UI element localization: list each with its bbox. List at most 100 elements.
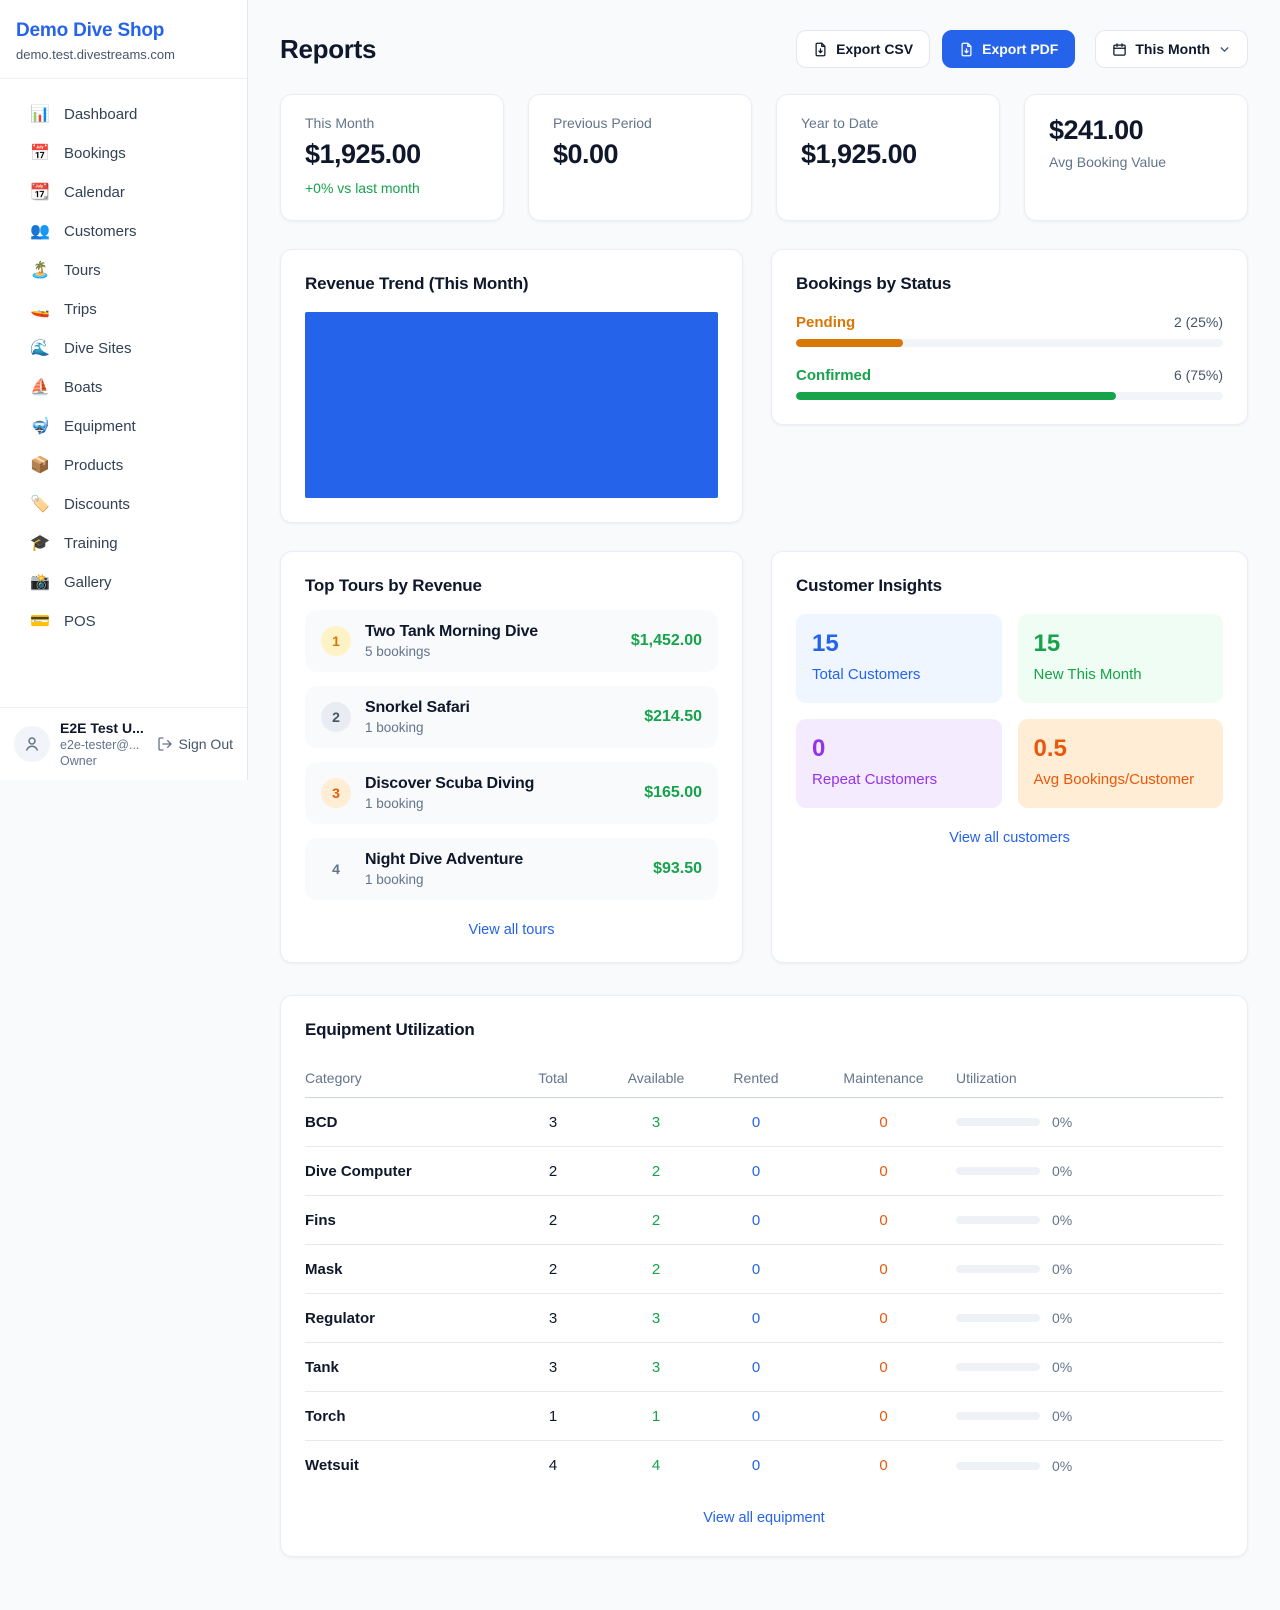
confirmed-progress-fill bbox=[796, 392, 1116, 400]
tour-row: 1 Two Tank Morning Dive 5 bookings $1,45… bbox=[305, 610, 718, 672]
sidebar-item-tours[interactable]: 🏝️ Tours bbox=[0, 251, 247, 290]
stat-delta: +0% vs last month bbox=[305, 180, 479, 196]
view-all-equipment-link[interactable]: View all equipment bbox=[305, 1510, 1223, 1526]
view-all-tours-link[interactable]: View all tours bbox=[305, 922, 718, 938]
sidebar-item-pos[interactable]: 💳 POS bbox=[0, 602, 247, 641]
stat-previous-period: Previous Period $0.00 bbox=[528, 94, 752, 221]
table-row: Regulator 3 3 0 0 0% bbox=[305, 1294, 1223, 1343]
user-email: e2e-tester@... bbox=[60, 738, 144, 752]
tag-icon: 🏷️ bbox=[30, 497, 50, 513]
utilization-bar bbox=[956, 1265, 1040, 1273]
table-row: Dive Computer 2 2 0 0 0% bbox=[305, 1147, 1223, 1196]
speedboat-icon: 🚤 bbox=[30, 302, 50, 318]
table-row: Wetsuit 4 4 0 0 0% bbox=[305, 1441, 1223, 1490]
insight-new-this-month: 15 New This Month bbox=[1018, 614, 1223, 703]
user-name: E2E Test U... bbox=[60, 720, 144, 736]
utilization-bar bbox=[956, 1167, 1040, 1175]
sidebar-item-customers[interactable]: 👥 Customers bbox=[0, 212, 247, 251]
utilization-bar bbox=[956, 1216, 1040, 1224]
table-row: Tank 3 3 0 0 0% bbox=[305, 1343, 1223, 1392]
status-confirmed: Confirmed 6 (75%) bbox=[796, 367, 1223, 400]
sidebar-item-equipment[interactable]: 🤿 Equipment bbox=[0, 407, 247, 446]
tour-row: 4 Night Dive Adventure 1 booking $93.50 bbox=[305, 838, 718, 900]
view-all-customers-link[interactable]: View all customers bbox=[796, 830, 1223, 846]
brand: Demo Dive Shop demo.test.divestreams.com bbox=[0, 0, 247, 79]
revenue-trend-card: Revenue Trend (This Month) bbox=[280, 249, 743, 523]
export-csv-button[interactable]: Export CSV bbox=[796, 30, 930, 68]
status-pending: Pending 2 (25%) bbox=[796, 314, 1223, 347]
graduation-cap-icon: 🎓 bbox=[30, 536, 50, 552]
confirmed-progress-track bbox=[796, 392, 1223, 400]
revenue-trend-title: Revenue Trend (This Month) bbox=[305, 274, 718, 294]
main-content: Reports Export CSV Export PDF This Month… bbox=[248, 0, 1280, 1591]
stat-this-month: This Month $1,925.00 +0% vs last month bbox=[280, 94, 504, 221]
island-icon: 🏝️ bbox=[30, 263, 50, 279]
table-row: Mask 2 2 0 0 0% bbox=[305, 1245, 1223, 1294]
insight-grid: 15 Total Customers 15 New This Month 0 R… bbox=[796, 614, 1223, 808]
sidebar-item-boats[interactable]: ⛵ Boats bbox=[0, 368, 247, 407]
stat-year-to-date: Year to Date $1,925.00 bbox=[776, 94, 1000, 221]
equipment-table: Category Total Available Rented Maintena… bbox=[305, 1058, 1223, 1490]
tour-row: 2 Snorkel Safari 1 booking $214.50 bbox=[305, 686, 718, 748]
bookings-status-card: Bookings by Status Pending 2 (25%) Confi… bbox=[771, 249, 1248, 425]
avatar bbox=[14, 726, 50, 762]
rank-badge: 3 bbox=[321, 778, 351, 808]
period-dropdown[interactable]: This Month bbox=[1095, 30, 1248, 68]
insight-total-customers: 15 Total Customers bbox=[796, 614, 1001, 703]
sidebar-item-bookings[interactable]: 📅 Bookings bbox=[0, 134, 247, 173]
utilization-bar bbox=[956, 1314, 1040, 1322]
user-info: E2E Test U... e2e-tester@... Owner bbox=[60, 720, 144, 768]
rank-badge: 2 bbox=[321, 702, 351, 732]
table-row: BCD 3 3 0 0 0% bbox=[305, 1098, 1223, 1147]
customer-insights-card: Customer Insights 15 Total Customers 15 … bbox=[771, 551, 1248, 963]
shop-name: Demo Dive Shop bbox=[16, 20, 223, 42]
sidebar-item-training[interactable]: 🎓 Training bbox=[0, 524, 247, 563]
pending-progress-fill bbox=[796, 339, 903, 347]
table-row: Torch 1 1 0 0 0% bbox=[305, 1392, 1223, 1441]
utilization-bar bbox=[956, 1462, 1040, 1470]
page-title: Reports bbox=[280, 34, 376, 65]
export-pdf-button[interactable]: Export PDF bbox=[942, 30, 1075, 68]
page-header: Reports Export CSV Export PDF This Month bbox=[280, 30, 1248, 68]
stat-value: $0.00 bbox=[553, 139, 727, 170]
calendar-icon: 📆 bbox=[30, 185, 50, 201]
utilization-bar bbox=[956, 1118, 1040, 1126]
utilization-bar bbox=[956, 1412, 1040, 1420]
tour-row: 3 Discover Scuba Diving 1 booking $165.0… bbox=[305, 762, 718, 824]
logout-icon bbox=[157, 736, 173, 752]
sidebar-item-discounts[interactable]: 🏷️ Discounts bbox=[0, 485, 247, 524]
stat-value: $241.00 bbox=[1049, 115, 1223, 146]
sign-out-button[interactable]: Sign Out bbox=[157, 736, 233, 752]
header-actions: Export CSV Export PDF This Month bbox=[796, 30, 1248, 68]
equipment-utilization-card: Equipment Utilization Category Total Ava… bbox=[280, 995, 1248, 1557]
sidebar-item-gallery[interactable]: 📸 Gallery bbox=[0, 563, 247, 602]
sidebar-item-dashboard[interactable]: 📊 Dashboard bbox=[0, 95, 247, 134]
stat-value: $1,925.00 bbox=[305, 139, 479, 170]
sidebar-item-trips[interactable]: 🚤 Trips bbox=[0, 290, 247, 329]
user-footer: E2E Test U... e2e-tester@... Owner Sign … bbox=[0, 707, 247, 780]
package-icon: 📦 bbox=[30, 458, 50, 474]
chevron-down-icon bbox=[1218, 43, 1231, 56]
sidebar-item-products[interactable]: 📦 Products bbox=[0, 446, 247, 485]
shop-domain: demo.test.divestreams.com bbox=[16, 47, 223, 62]
sailboat-icon: ⛵ bbox=[30, 380, 50, 396]
bookings-calendar-icon: 📅 bbox=[30, 146, 50, 162]
sidebar-item-calendar[interactable]: 📆 Calendar bbox=[0, 173, 247, 212]
rank-badge: 4 bbox=[321, 854, 351, 884]
rank-badge: 1 bbox=[321, 626, 351, 656]
dashboard-icon: 📊 bbox=[30, 107, 50, 123]
file-download-icon bbox=[813, 42, 828, 57]
diving-mask-icon: 🤿 bbox=[30, 419, 50, 435]
utilization-bar bbox=[956, 1363, 1040, 1371]
insight-avg-bookings: 0.5 Avg Bookings/Customer bbox=[1018, 719, 1223, 808]
insight-repeat-customers: 0 Repeat Customers bbox=[796, 719, 1001, 808]
sidebar-nav: 📊 Dashboard 📅 Bookings 📆 Calendar 👥 Cust… bbox=[0, 79, 247, 707]
stat-value: $1,925.00 bbox=[801, 139, 975, 170]
pending-progress-track bbox=[796, 339, 1223, 347]
charts-row: Revenue Trend (This Month) Bookings by S… bbox=[280, 249, 1248, 523]
sidebar-item-dive-sites[interactable]: 🌊 Dive Sites bbox=[0, 329, 247, 368]
stat-avg-booking-value: $241.00 Avg Booking Value bbox=[1024, 94, 1248, 221]
revenue-trend-chart bbox=[305, 312, 718, 498]
calendar-outline-icon bbox=[1112, 42, 1127, 57]
top-tours-card: Top Tours by Revenue 1 Two Tank Morning … bbox=[280, 551, 743, 963]
